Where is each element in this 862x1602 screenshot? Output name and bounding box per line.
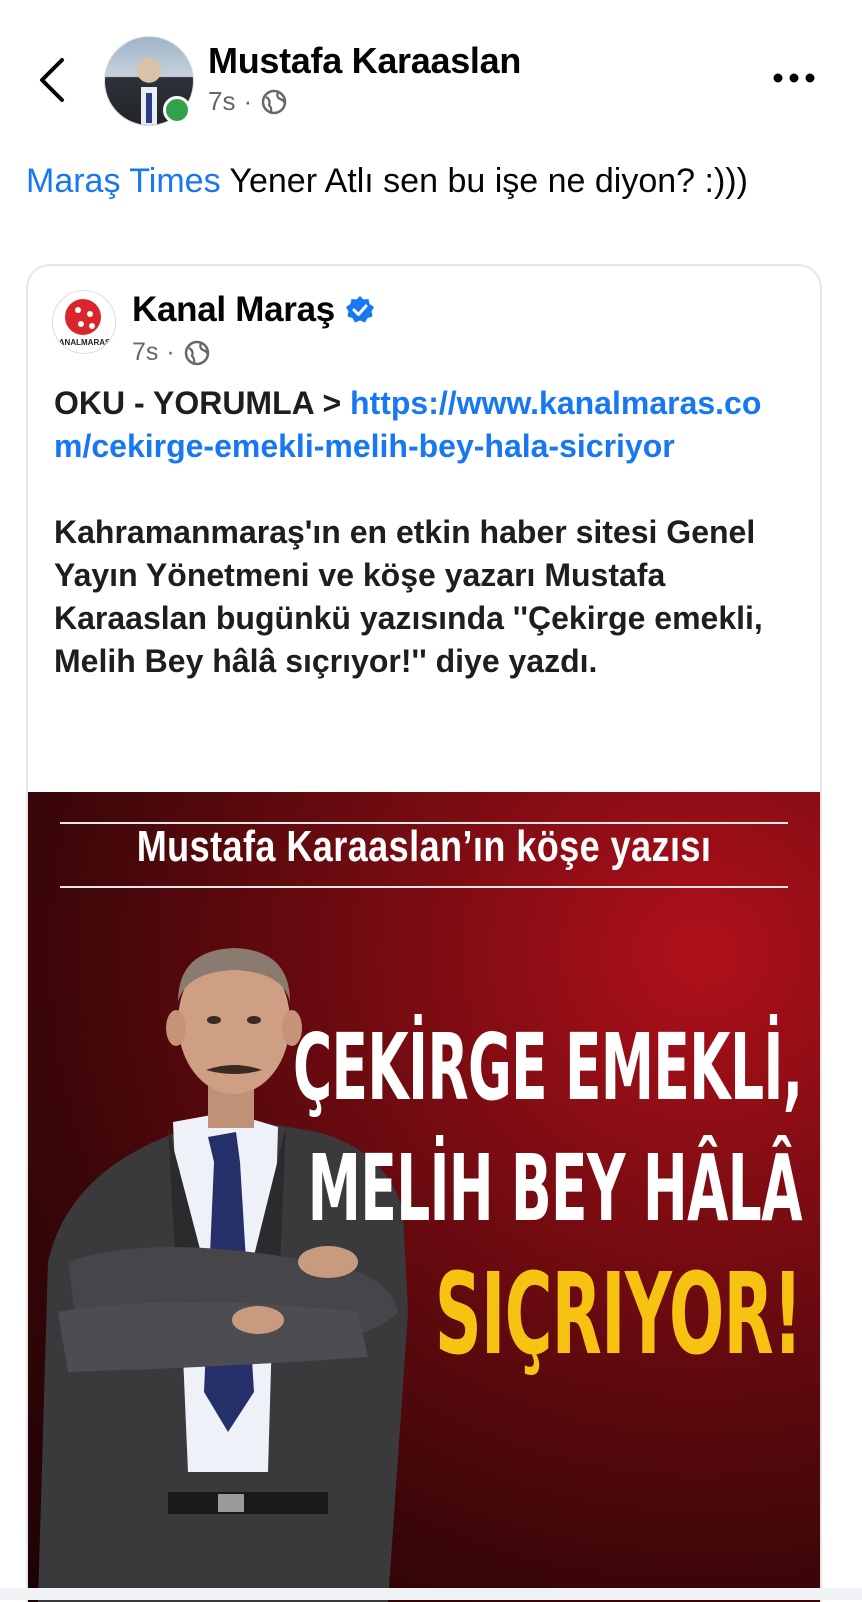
online-status-icon xyxy=(163,96,191,124)
news-image[interactable]: Mustafa Karaaslan’ın köşe yazısı ÇEKİRGE… xyxy=(28,792,820,1602)
page-logo[interactable]: KANALMARAS.COM xyxy=(52,290,116,354)
bottom-divider xyxy=(0,1588,862,1600)
globe-icon xyxy=(184,340,209,365)
shared-post-meta: 7s · xyxy=(132,338,211,367)
post-text: Maraş Times Yener Atlı sen bu işe ne diy… xyxy=(26,160,826,203)
globe-icon xyxy=(261,89,287,114)
shared-body: Kahramanmaraş'ın en etkin haber sitesi G… xyxy=(54,514,763,679)
headline-line-1: ÇEKİRGE EMEKLİ, xyxy=(292,1014,802,1121)
meta-separator: · xyxy=(243,86,253,116)
post-time[interactable]: 7s xyxy=(208,86,235,117)
post-meta: 7s · xyxy=(208,86,288,117)
image-kicker: Mustafa Karaaslan’ın köşe yazısı xyxy=(136,822,712,871)
shared-post-card[interactable]: KANALMARAS.COM Kanal Maraş 7s · OKU - YO… xyxy=(26,264,822,1602)
page-name[interactable]: Kanal Maraş xyxy=(132,290,335,330)
shared-post-text: OKU - YORUMLA > https://www.kanalmaras.c… xyxy=(54,382,798,683)
back-arrow-icon[interactable] xyxy=(34,52,74,108)
author-name[interactable]: Mustafa Karaaslan xyxy=(208,40,521,82)
shared-post-time[interactable]: 7s xyxy=(132,338,158,367)
headline-line-3: SIÇRIYOR! xyxy=(434,1250,803,1380)
post-body: Yener Atlı sen bu işe ne diyon? :))) xyxy=(220,162,748,200)
kicker-bottom-rule xyxy=(60,886,788,888)
link-paragraph: OKU - YORUMLA > https://www.kanalmaras.c… xyxy=(54,382,798,468)
more-options-icon[interactable] xyxy=(770,62,818,94)
verified-badge-icon xyxy=(345,296,374,323)
post-header: Mustafa Karaaslan 7s · xyxy=(0,0,862,150)
lead-text: OKU - YORUMLA > xyxy=(54,385,351,421)
logo-text: KANALMARAS.COM xyxy=(53,338,115,347)
headline-line-2: MELİH BEY HÂLÂ xyxy=(307,1135,803,1242)
mention-link[interactable]: Maraş Times xyxy=(26,162,221,200)
meta-separator: · xyxy=(166,338,175,366)
page-name-row: Kanal Maraş xyxy=(132,290,375,330)
